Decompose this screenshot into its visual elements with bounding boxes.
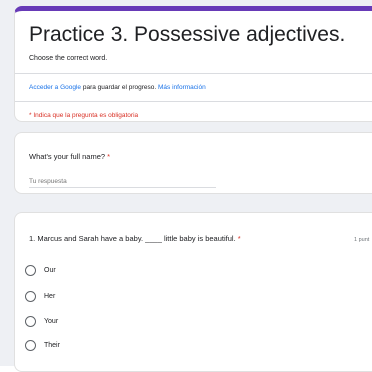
required-mark: *: [237, 234, 241, 243]
form-title: Practice 3. Possessive adjectives.: [29, 23, 346, 46]
option-her[interactable]: Her: [25, 289, 55, 303]
divider: [15, 73, 372, 74]
radio-circle-icon[interactable]: [25, 315, 36, 327]
question-text: 1. Marcus and Sarah have a baby. ____ li…: [29, 234, 236, 243]
signin-link[interactable]: Acceder a Google: [29, 84, 81, 91]
name-question-card: What's your full name? *: [14, 132, 372, 194]
radio-circle-icon[interactable]: [25, 264, 36, 276]
more-info-link[interactable]: Más información: [158, 84, 206, 91]
form-header-card: Practice 3. Possessive adjectives. Choos…: [14, 6, 372, 122]
radio-circle-icon[interactable]: [25, 339, 36, 351]
question-label: 1. Marcus and Sarah have a baby. ____ li…: [29, 234, 241, 243]
points-label: 1 punt: [354, 237, 370, 243]
signin-prompt: Acceder a Google para guardar el progres…: [29, 84, 206, 91]
option-their[interactable]: Their: [25, 338, 60, 352]
radio-circle-icon[interactable]: [25, 290, 36, 302]
option-your[interactable]: Your: [25, 314, 58, 328]
required-note: * Indica que la pregunta es obligatoria: [29, 112, 139, 119]
divider: [15, 101, 372, 102]
option-label: Her: [44, 292, 56, 300]
option-label: Their: [44, 341, 60, 349]
mc-question-card: 1. Marcus and Sarah have a baby. ____ li…: [14, 212, 372, 372]
form-description: Choose the correct word.: [29, 55, 108, 62]
full-name-input[interactable]: [29, 175, 216, 188]
signin-text: para guardar el progreso.: [81, 84, 159, 91]
question-label: What's your full name? *: [29, 152, 110, 161]
option-our[interactable]: Our: [25, 263, 56, 277]
option-label: Our: [44, 266, 56, 274]
option-label: Your: [44, 317, 59, 325]
required-mark: *: [107, 152, 111, 161]
question-text: What's your full name?: [29, 152, 106, 161]
